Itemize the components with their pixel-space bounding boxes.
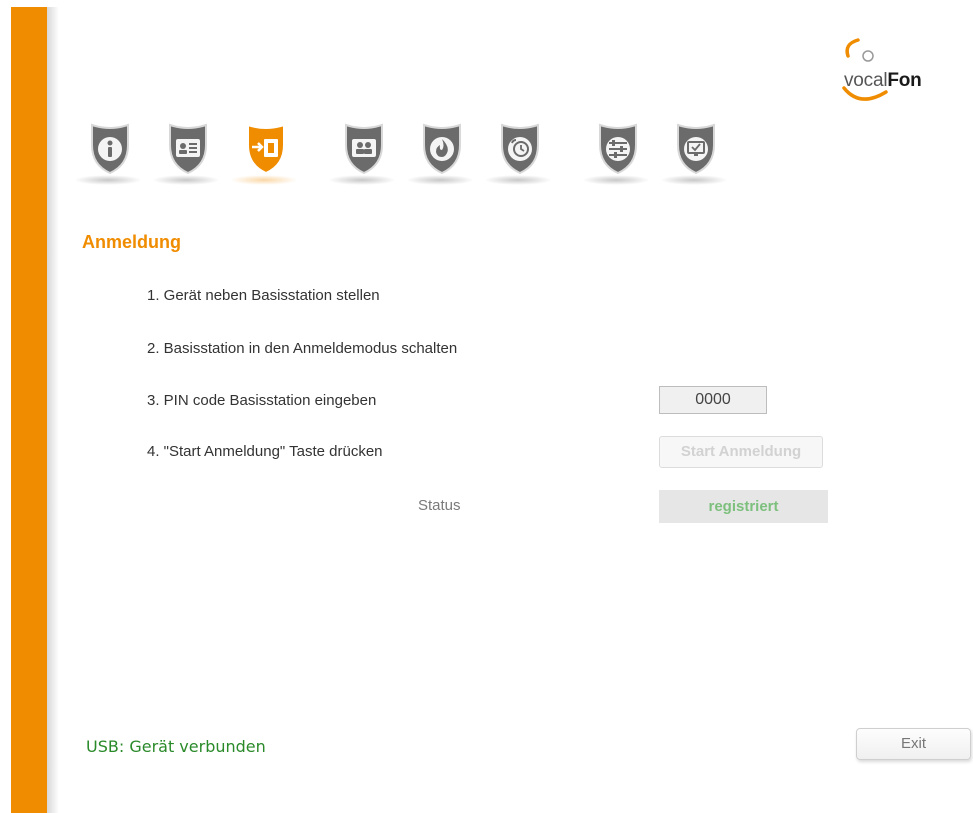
step-1: 1. Gerät neben Basisstation stellen — [147, 287, 380, 304]
exit-button[interactable]: Exit — [856, 728, 971, 760]
contact-card-icon — [169, 123, 207, 175]
page-title: Anmeldung — [82, 232, 181, 252]
tab-contact-card[interactable] — [148, 115, 228, 190]
logo-text-fon: Fon — [887, 70, 922, 91]
usb-status-text: USB: Gerät verbunden — [86, 737, 266, 756]
logo-text: vocalFon — [844, 70, 922, 92]
step-4: 4. "Start Anmeldung" Taste drücken — [147, 443, 383, 460]
contacts-group-icon — [345, 123, 383, 175]
status-badge: registriert — [659, 490, 828, 523]
tab-info[interactable] — [70, 115, 150, 190]
tab-monitor-check[interactable] — [656, 115, 736, 190]
top-nav — [60, 115, 760, 195]
step-2: 2. Basisstation in den Anmeldemodus scha… — [147, 340, 458, 357]
tab-fire[interactable] — [402, 115, 482, 190]
alarm-clock-icon — [501, 123, 539, 175]
sidebar-shadow — [47, 7, 59, 813]
tab-sliders[interactable] — [578, 115, 658, 190]
tab-contacts-group[interactable] — [324, 115, 404, 190]
step-3: 3. PIN code Basisstation eingeben — [147, 392, 377, 409]
status-label: Status — [418, 497, 461, 514]
sidebar-accent — [11, 7, 47, 813]
logo-text-vocal: vocal — [844, 70, 888, 91]
sliders-icon — [599, 123, 637, 175]
start-registration-button[interactable]: Start Anmeldung — [659, 436, 823, 468]
fire-icon — [423, 123, 461, 175]
info-icon — [91, 123, 129, 175]
tab-alarm-clock[interactable] — [480, 115, 560, 190]
vocalfon-logo: vocalFon — [830, 30, 970, 110]
registration-icon — [247, 123, 285, 175]
pin-input[interactable]: 0000 — [659, 386, 767, 414]
tab-registration[interactable] — [226, 115, 306, 190]
monitor-check-icon — [677, 123, 715, 175]
